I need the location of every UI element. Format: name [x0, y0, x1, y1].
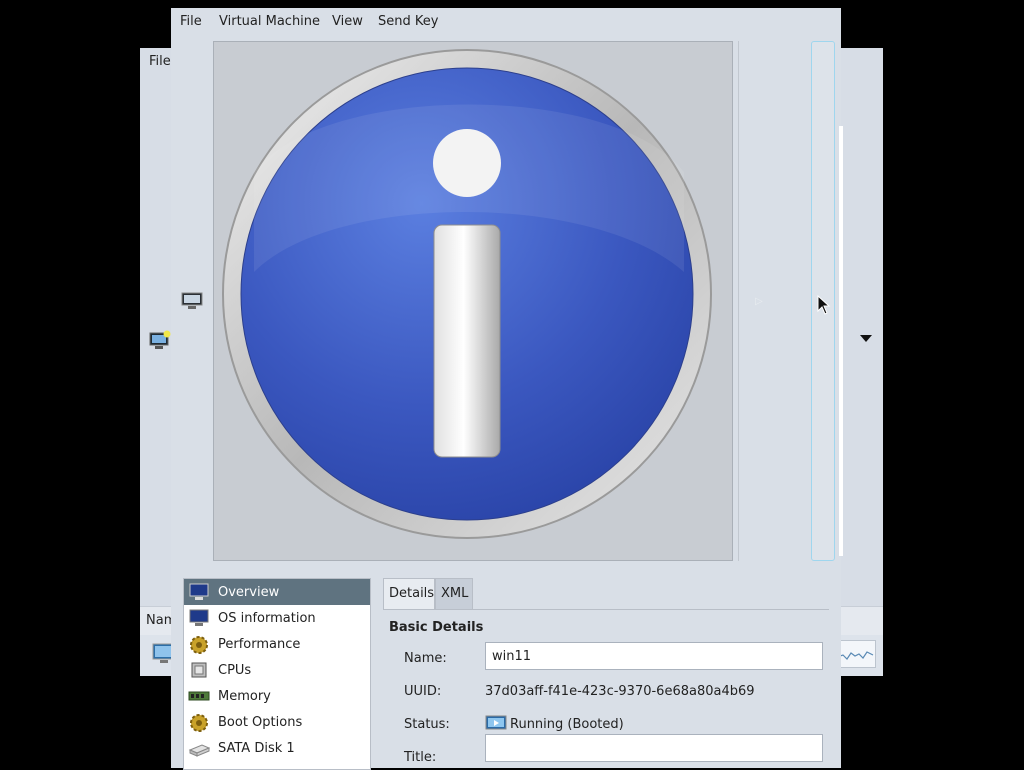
menu-send-key[interactable]: Send Key: [378, 14, 438, 29]
monitor-icon: [189, 609, 209, 626]
uuid-label: UUID:: [404, 684, 442, 699]
nav-item-label: Memory: [218, 688, 271, 704]
details-panel: Basic Details Name: UUID: 37d03aff-f41e-…: [383, 610, 829, 768]
scrollbar-thumb[interactable]: [839, 126, 843, 556]
status-label: Status:: [404, 717, 450, 732]
monitor-icon: [189, 583, 209, 600]
gear-icon: [190, 636, 208, 654]
title-label: Title:: [404, 750, 437, 765]
status-value: Running (Booted): [510, 717, 624, 732]
console-display[interactable]: [213, 41, 733, 561]
nav-item-label: SATA Disk 1: [218, 740, 295, 756]
name-field[interactable]: [485, 642, 823, 670]
memory-icon: [188, 691, 210, 701]
title-field[interactable]: [485, 734, 823, 762]
nav-item-label: CPUs: [218, 662, 252, 678]
nav-item-label: Performance: [218, 636, 301, 652]
chip-icon: [191, 662, 207, 678]
mouse-cursor-icon: [817, 295, 831, 315]
vm-viewer-window: File Virtual Machine View Send Key ▷ Ove…: [171, 8, 843, 770]
nav-item-label: Boot Options: [218, 714, 303, 730]
tab-details[interactable]: Details: [383, 578, 435, 609]
section-title-basic-details: Basic Details: [389, 620, 484, 635]
info-icon: [222, 49, 712, 539]
nav-item-label: OS information: [218, 610, 316, 626]
tab-xml[interactable]: XML: [435, 578, 473, 609]
nav-item-cpus[interactable]: CPUs: [184, 657, 370, 683]
uuid-value: 37d03aff-f41e-423c-9370-6e68a80a4b69: [485, 684, 755, 699]
nav-item-boot-options[interactable]: Boot Options: [184, 709, 370, 735]
vm-running-icon: [149, 330, 171, 349]
nav-item-memory[interactable]: Memory: [184, 683, 370, 709]
chevron-down-icon[interactable]: [860, 335, 872, 342]
menu-virtual-machine[interactable]: Virtual Machine: [219, 14, 320, 29]
play-icon: ▷: [755, 296, 763, 307]
nav-item-performance[interactable]: Performance: [184, 631, 370, 657]
manager-menu-file[interactable]: File: [149, 54, 171, 69]
running-status-icon: [485, 715, 507, 730]
nav-item-label: Overview: [218, 584, 280, 600]
nav-item-overview[interactable]: Overview: [184, 579, 370, 605]
name-label: Name:: [404, 651, 447, 666]
nav-item-sata-disk-1[interactable]: SATA Disk 1: [184, 735, 370, 761]
menu-file[interactable]: File: [180, 14, 202, 29]
nav-item-os-information[interactable]: OS information: [184, 605, 370, 631]
menu-view[interactable]: View: [332, 14, 363, 29]
panel-divider: [738, 41, 739, 561]
menubar: File Virtual Machine View Send Key: [171, 8, 841, 36]
details-nav-list: Overview OS information Performance CPUs…: [183, 578, 371, 770]
disk-icon: [188, 744, 210, 757]
gear-icon: [190, 714, 208, 732]
console-monitor-icon[interactable]: [181, 292, 203, 310]
